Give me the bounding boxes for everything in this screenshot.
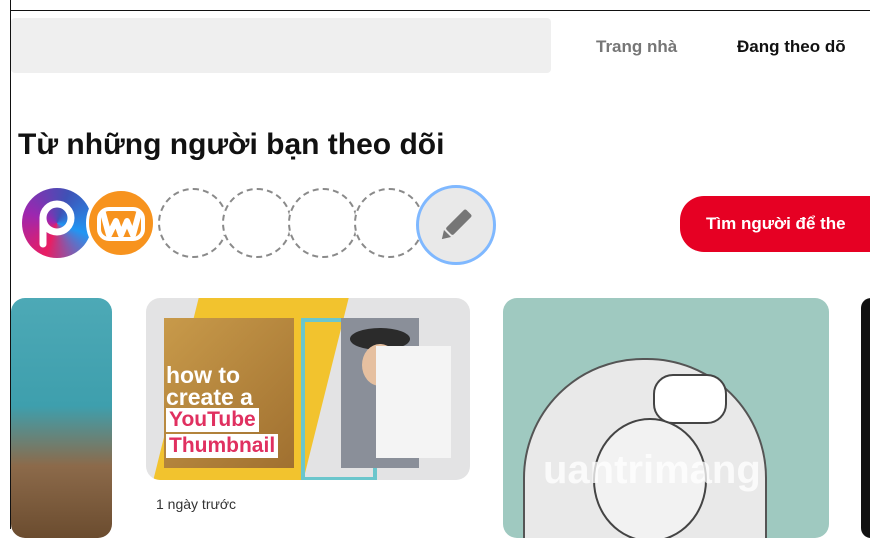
picsart-logo-icon <box>39 200 75 248</box>
empty-avatar-slot <box>222 188 292 258</box>
pin-illustration-girl[interactable]: uantrimang <box>503 298 829 538</box>
thumbnail-text-line: YouTube <box>166 408 259 432</box>
wattpad-logo-icon <box>97 207 145 241</box>
nav-home-tab[interactable]: Trang nhà <box>596 37 677 57</box>
pin-dark-partial[interactable] <box>861 298 870 538</box>
pin-timestamp: 1 ngày trước <box>156 496 237 512</box>
pin-image-street[interactable] <box>11 298 112 538</box>
empty-avatar-slot <box>354 188 424 258</box>
thumbnail-clothes <box>376 346 451 458</box>
watermark-text: uantrimang <box>543 448 761 492</box>
followed-avatars <box>20 185 510 265</box>
edit-following-button[interactable] <box>416 185 496 265</box>
search-bar[interactable] <box>11 18 551 73</box>
window-frame-left <box>0 0 11 529</box>
nav-following-tab[interactable]: Đang theo dõ <box>737 37 846 57</box>
wattpad-avatar[interactable] <box>86 188 156 258</box>
thumbnail-text-line: Thumbnail <box>166 434 279 458</box>
find-people-button[interactable]: Tìm người để the <box>680 196 870 252</box>
pin-youtube-thumbnail[interactable]: how to create a YouTube Thumbnail <box>146 298 470 480</box>
illustration-hand <box>653 374 727 424</box>
pencil-icon <box>441 209 472 240</box>
empty-avatar-slot <box>288 188 358 258</box>
empty-avatar-slot <box>158 188 228 258</box>
thumbnail-text-line: create a <box>166 384 253 410</box>
window-frame-top <box>0 0 870 11</box>
picsart-avatar[interactable] <box>22 188 92 258</box>
section-title: Từ những người bạn theo dõi <box>18 128 445 161</box>
